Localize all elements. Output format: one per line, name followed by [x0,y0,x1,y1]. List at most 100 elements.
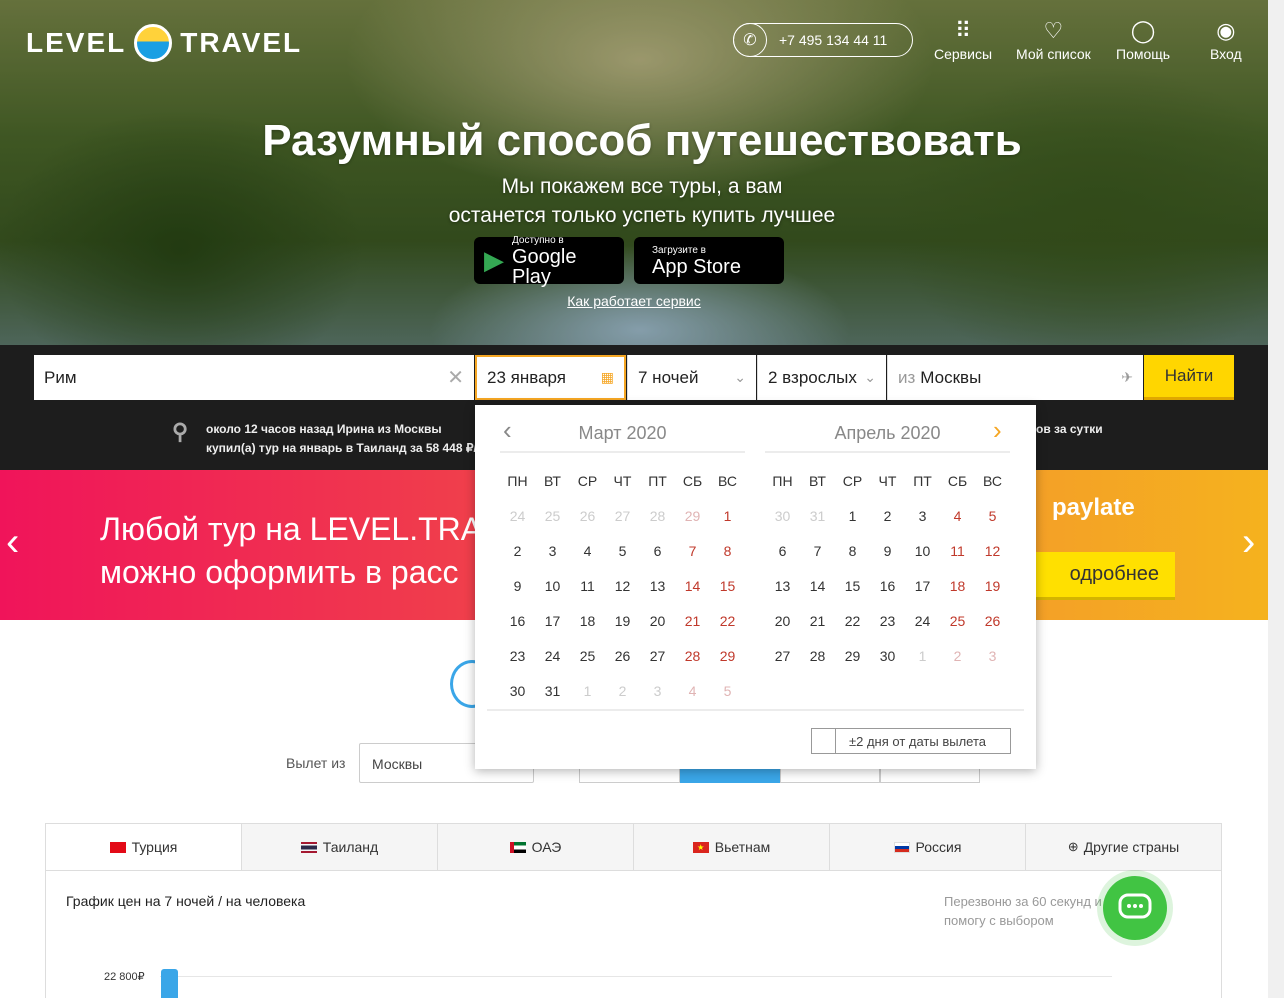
calendar-day[interactable]: 27 [765,638,800,673]
calendar-day[interactable]: 12 [605,568,640,603]
calendar-day[interactable]: 17 [905,568,940,603]
date-value: 23 января [487,367,566,387]
phone-button[interactable]: ✆ +7 495 134 44 11 [733,23,913,57]
calendar-day[interactable]: 22 [710,603,745,638]
google-play-button[interactable]: ▶ Доступно в Google Play [474,235,624,287]
chat-button[interactable] [1103,876,1167,940]
nav-help[interactable]: ◯ Помощь [1116,18,1170,62]
calendar-day[interactable]: 23 [870,603,905,638]
tab-uae[interactable]: ОАЭ [438,824,634,870]
destination-input[interactable]: Рим ✕ [34,355,474,400]
weekday-header: ВТ [809,472,826,489]
checkbox-box[interactable] [811,728,836,754]
calendar-day[interactable]: 29 [710,638,745,673]
calendar-day[interactable]: 27 [640,638,675,673]
chevron-left-icon[interactable]: ‹ [6,520,19,565]
calendar-day[interactable]: 19 [975,568,1010,603]
find-button[interactable]: Найти [1144,355,1234,400]
calendar-day[interactable]: 11 [940,533,975,568]
calendar-day[interactable]: 26 [605,638,640,673]
tab-other-countries[interactable]: ⊕ Другие страны [1026,824,1221,870]
calendar-day[interactable]: 1 [710,498,745,533]
calendar-day[interactable]: 25 [940,603,975,638]
tab-turkey[interactable]: Турция [46,824,242,870]
calendar-day[interactable]: 11 [570,568,605,603]
how-it-works-link[interactable]: Как работает сервис [0,293,1268,309]
calendar-day[interactable]: 3 [905,498,940,533]
calendar-day[interactable]: 14 [800,568,835,603]
hero-title: Разумный способ путешествовать [262,116,1022,165]
calendar-day[interactable]: 28 [675,638,710,673]
nav-login[interactable]: ◉ Вход [1210,18,1242,62]
calendar-day[interactable]: 4 [570,533,605,568]
tab-label: Другие страны [1083,839,1180,855]
calendar-day[interactable]: 21 [675,603,710,638]
calendar-day[interactable]: 25 [570,638,605,673]
calendar-day[interactable]: 26 [975,603,1010,638]
calendar-day[interactable]: 24 [535,638,570,673]
page-scrollbar[interactable] [1268,0,1284,998]
calendar-day[interactable]: 13 [640,568,675,603]
nav-my-list[interactable]: ♡ Мой список [1016,18,1091,62]
app-store-button[interactable]: Загрузите в App Store [634,237,784,284]
calendar-day[interactable]: 4 [940,498,975,533]
calendar-day[interactable]: 31 [535,673,570,708]
weekday-header: ПТ [913,472,932,489]
date-input[interactable]: 23 января ▦ [475,355,626,400]
chevron-right-icon[interactable]: › [1242,520,1255,565]
calendar-day[interactable]: 6 [640,533,675,568]
calendar-day[interactable]: 20 [640,603,675,638]
clear-icon[interactable]: ✕ [447,365,464,390]
grid-icon: ⠿ [954,18,972,43]
calendar-day[interactable]: 3 [535,533,570,568]
weekday-header: СР [577,472,598,489]
calendar-day[interactable]: 13 [765,568,800,603]
tab-russia[interactable]: Россия [830,824,1026,870]
calendar-day-outside: 31 [809,507,826,524]
flex-dates-checkbox[interactable]: ±2 дня от даты вылета [811,728,1011,754]
calendar-day-outside: 26 [579,507,596,524]
calendar-day[interactable]: 2 [870,498,905,533]
calendar-day[interactable]: 6 [765,533,800,568]
calendar-day[interactable]: 7 [800,533,835,568]
tab-thailand[interactable]: Таиланд [242,824,438,870]
calendar-day[interactable]: 15 [835,568,870,603]
calendar-day[interactable]: 22 [835,603,870,638]
user-icon: ◉ [1216,18,1236,43]
calendar-day[interactable]: 24 [905,603,940,638]
calendar-day[interactable]: 28 [800,638,835,673]
departure-city-input[interactable]: из Москвы ✈ [887,355,1143,400]
calendar-day[interactable]: 8 [710,533,745,568]
calendar-day[interactable]: 16 [870,568,905,603]
calendar-day[interactable]: 16 [500,603,535,638]
calendar-day[interactable]: 12 [975,533,1010,568]
nights-select[interactable]: 7 ночей ⌄ [627,355,756,400]
calendar-day[interactable]: 8 [835,533,870,568]
calendar-day[interactable]: 5 [975,498,1010,533]
calendar-day[interactable]: 29 [835,638,870,673]
calendar-day[interactable]: 7 [675,533,710,568]
tab-vietnam[interactable]: ★ Вьетнам [634,824,830,870]
calendar-day[interactable]: 20 [765,603,800,638]
calendar-day[interactable]: 9 [870,533,905,568]
calendar-day[interactable]: 18 [570,603,605,638]
calendar-day[interactable]: 30 [500,673,535,708]
guests-select[interactable]: 2 взрослых ⌄ [757,355,886,400]
calendar-day[interactable]: 15 [710,568,745,603]
calendar-day[interactable]: 19 [605,603,640,638]
calendar-day[interactable]: 2 [500,533,535,568]
calendar-day[interactable]: 18 [940,568,975,603]
price-bar[interactable] [161,969,178,998]
calendar-day[interactable]: 5 [605,533,640,568]
calendar-day[interactable]: 17 [535,603,570,638]
calendar-day[interactable]: 1 [835,498,870,533]
calendar-day[interactable]: 9 [500,568,535,603]
calendar-day[interactable]: 30 [870,638,905,673]
calendar-day[interactable]: 23 [500,638,535,673]
calendar-day[interactable]: 10 [535,568,570,603]
calendar-day[interactable]: 14 [675,568,710,603]
nav-services[interactable]: ⠿ Сервисы [934,18,992,62]
calendar-day[interactable]: 21 [800,603,835,638]
site-logo[interactable]: LEVEL TRAVEL [26,24,302,62]
calendar-day[interactable]: 10 [905,533,940,568]
